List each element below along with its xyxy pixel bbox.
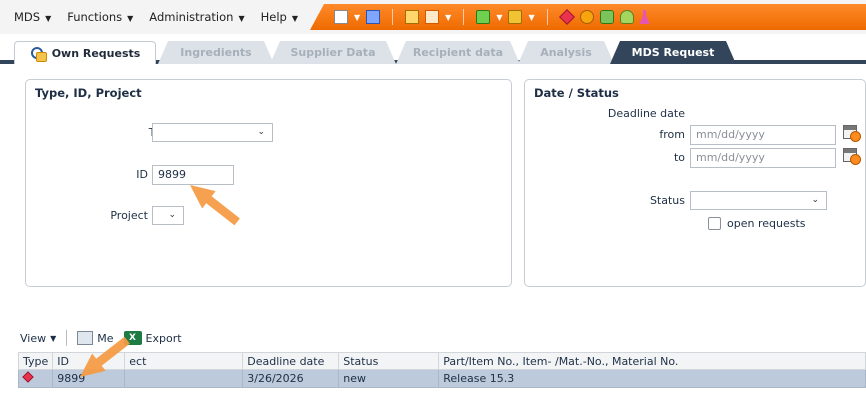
request-type-icon	[22, 371, 34, 383]
table-cell-status: new	[338, 369, 440, 388]
chevron-down-icon[interactable]: ▼	[496, 13, 502, 22]
table-header-row: Type ID ect Deadline date Status Part/It…	[17, 352, 866, 370]
edit-icon[interactable]	[405, 10, 420, 24]
deadline-label: Deadline date	[607, 107, 685, 120]
chevron-down-icon: ▼	[238, 13, 245, 23]
tab-ingredients[interactable]: Ingredients	[158, 41, 274, 64]
table-cell-project	[124, 369, 244, 388]
menu-administration[interactable]: Administration ▼	[149, 10, 244, 24]
menu-mds-label: MDS	[14, 10, 41, 24]
tab-recipient-data-label: Recipient data	[412, 46, 504, 59]
menu-help[interactable]: Help ▼	[261, 10, 298, 24]
to-label: to	[673, 151, 685, 164]
menu-bar: MDS ▼ Functions ▼ Administration ▼ Help ▼ ▼ …	[0, 0, 866, 34]
upload-icon[interactable]	[476, 10, 491, 24]
tab-mds-request-label: MDS Request	[631, 46, 715, 59]
chevron-down-icon[interactable]: ▼	[445, 13, 451, 22]
type-select[interactable]: ⌄	[152, 123, 273, 142]
open-requests-checkbox[interactable]	[708, 217, 721, 230]
cube-icon[interactable]	[558, 9, 575, 25]
bag-icon[interactable]	[619, 10, 634, 24]
open-requests-label: open requests	[727, 217, 806, 230]
panel-title: Date / Status	[534, 86, 619, 100]
toolbar-separator	[463, 9, 465, 25]
column-header[interactable]: Status	[338, 352, 440, 370]
chevron-down-icon: ▼	[291, 13, 298, 23]
action-toolbar: ▼ ▼ ▼ ▼	[310, 4, 866, 30]
menu-functions-label: Functions	[67, 10, 123, 24]
table-row[interactable]: 9899 3/26/2026 new Release 15.3	[17, 369, 866, 388]
calendar-icon[interactable]	[843, 125, 861, 142]
menu-label: Me	[97, 331, 114, 345]
toolbar-separator	[66, 330, 68, 346]
toolbar-separator	[392, 9, 394, 25]
tab-ingredients-label: Ingredients	[180, 46, 252, 59]
ball-icon[interactable]	[579, 10, 594, 24]
to-date-input[interactable]: mm/dd/yyyy	[690, 148, 836, 168]
tab-mds-request[interactable]: MDS Request	[610, 41, 736, 64]
date-status-panel: Date / Status Deadline date from mm/dd/y…	[524, 79, 866, 287]
status-label: Status	[649, 194, 685, 207]
table-cell-deadline: 3/26/2026	[242, 369, 340, 388]
view-menu[interactable]: View ▼	[20, 332, 56, 345]
view-label: View	[20, 331, 47, 345]
menu-button[interactable]: Me	[77, 331, 114, 345]
download-icon[interactable]	[508, 10, 523, 24]
chevron-down-icon: ⌄	[168, 210, 176, 220]
green-icon[interactable]	[599, 10, 614, 24]
panel-title: Type, ID, Project	[35, 86, 142, 100]
project-label: Project	[110, 209, 148, 222]
users-icon	[30, 46, 47, 62]
chevron-down-icon: ⌄	[811, 195, 819, 205]
chevron-down-icon: ⌄	[257, 127, 265, 137]
save-icon[interactable]	[366, 10, 381, 24]
menu-help-label: Help	[260, 10, 287, 24]
list-toolbar: View ▼ Me X Export	[20, 327, 182, 349]
tab-supplier-data-label: Supplier Data	[290, 46, 376, 59]
tab-own-requests-label: Own Requests	[51, 46, 141, 60]
export-label: Export	[145, 331, 182, 345]
column-header[interactable]: Deadline date	[242, 352, 340, 370]
tab-analysis-label: Analysis	[540, 46, 592, 59]
from-date-input[interactable]: mm/dd/yyyy	[690, 125, 836, 145]
pdf-icon[interactable]	[425, 10, 440, 24]
tab-bar: Own Requests Ingredients Supplier Data R…	[0, 34, 866, 64]
id-label: ID	[136, 168, 148, 181]
menu-icon	[77, 331, 94, 345]
menu-administration-label: Administration	[149, 10, 234, 24]
toolbar-separator	[546, 9, 548, 25]
tab-supplier-data[interactable]: Supplier Data	[270, 41, 396, 64]
chevron-down-icon[interactable]: ▼	[528, 13, 534, 22]
new-document-icon[interactable]	[334, 10, 348, 24]
menu-mds[interactable]: MDS ▼	[14, 10, 51, 24]
chevron-down-icon[interactable]: ▼	[354, 13, 360, 22]
requests-table: Type ID ect Deadline date Status Part/It…	[17, 352, 866, 388]
calendar-icon[interactable]	[843, 148, 861, 165]
column-header[interactable]: Part/Item No., Item- /Mat.-No., Material…	[438, 352, 866, 370]
project-select[interactable]: ⌄	[152, 206, 184, 225]
export-button[interactable]: X Export	[123, 331, 182, 345]
from-label: from	[659, 128, 685, 141]
tab-own-requests[interactable]: Own Requests	[14, 41, 156, 64]
chevron-down-icon: ▼	[45, 13, 52, 23]
id-input[interactable]: 9899	[152, 165, 234, 185]
table-cell-type	[17, 369, 54, 388]
status-select[interactable]: ⌄	[690, 191, 827, 210]
tab-recipient-data[interactable]: Recipient data	[396, 41, 520, 64]
main-menu: MDS ▼ Functions ▼ Administration ▼ Help ▼	[0, 0, 298, 34]
tab-analysis[interactable]: Analysis	[518, 41, 614, 64]
table-cell-part: Release 15.3	[438, 369, 866, 388]
chevron-down-icon: ▼	[127, 13, 134, 23]
flask-icon[interactable]	[639, 10, 650, 24]
column-header[interactable]: Type	[17, 352, 54, 370]
menu-functions[interactable]: Functions ▼	[67, 10, 133, 24]
chevron-down-icon: ▼	[50, 333, 57, 343]
column-header[interactable]: ect	[124, 352, 244, 370]
type-id-project-panel: Type, ID, Project Type ⌄ ID 9899 Project…	[25, 79, 512, 287]
